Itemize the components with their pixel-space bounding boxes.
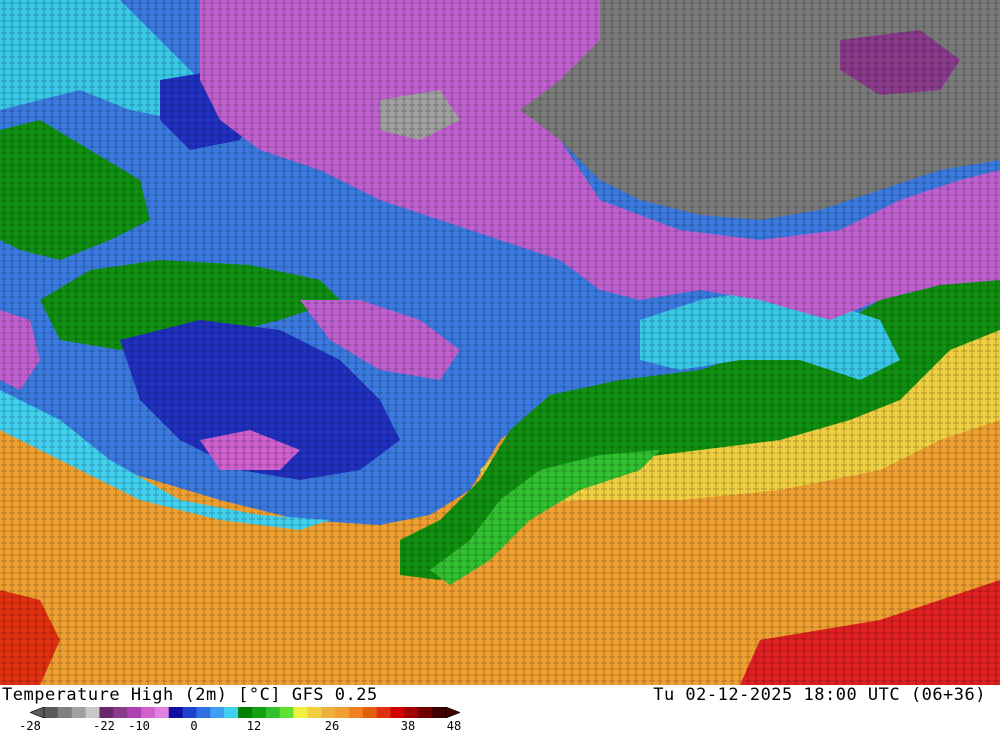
legend-swatch — [168, 707, 184, 718]
legend-swatch — [335, 707, 350, 718]
legend-swatch — [362, 707, 378, 718]
legend-swatch — [321, 707, 336, 718]
legend-label-38: 38 — [400, 719, 416, 733]
color-scale-labels: -28 -22 -10 0 12 26 38 48 — [0, 719, 480, 733]
legend-swatch — [71, 707, 87, 718]
legend-swatch — [44, 707, 59, 718]
legend-swatch — [210, 707, 225, 718]
legend-swatch — [293, 707, 308, 718]
legend-label-26: 26 — [324, 719, 340, 733]
legend-swatch — [432, 707, 447, 718]
legend-label-12: 12 — [246, 719, 262, 733]
legend-swatch — [99, 707, 114, 718]
legend-swatch — [224, 707, 239, 718]
legend-swatch — [348, 707, 364, 718]
legend-swatch — [141, 707, 156, 718]
legend-swatch — [238, 707, 253, 718]
legend-swatch — [251, 707, 267, 718]
legend-swatch — [113, 707, 128, 718]
legend-swatch — [154, 707, 170, 718]
map-canvas — [0, 0, 1000, 685]
legend-label-minus10: -10 — [128, 719, 150, 733]
legend-swatch — [418, 707, 433, 718]
legend-arrow-left — [30, 707, 45, 718]
legend-swatch — [85, 707, 100, 718]
legend-swatch — [265, 707, 281, 718]
legend-arrow-right — [445, 707, 460, 718]
legend-label-minus22: -22 — [93, 719, 115, 733]
color-scale-bar — [30, 707, 460, 718]
legend-swatch — [182, 707, 197, 718]
legend-label-48: 48 — [446, 719, 462, 733]
legend-swatch — [127, 707, 142, 718]
legend-swatch — [279, 707, 295, 718]
legend-swatch — [376, 707, 392, 718]
legend-swatch — [390, 707, 405, 718]
legend-swatch — [57, 707, 73, 718]
legend-swatch — [196, 707, 211, 718]
valid-time: Tu 02-12-2025 18:00 UTC (06+36) — [653, 685, 986, 705]
map-title: Temperature High (2m) [°C] GFS 0.25 — [2, 685, 378, 705]
temperature-map — [0, 0, 1000, 685]
legend-label-0: 0 — [190, 719, 198, 733]
value-label-overlay — [0, 0, 1000, 685]
legend-swatch — [307, 707, 322, 718]
legend-label-minus28: -28 — [19, 719, 41, 733]
legend-swatch — [404, 707, 419, 718]
map-footer: Temperature High (2m) [°C] GFS 0.25 Tu 0… — [0, 685, 1000, 733]
